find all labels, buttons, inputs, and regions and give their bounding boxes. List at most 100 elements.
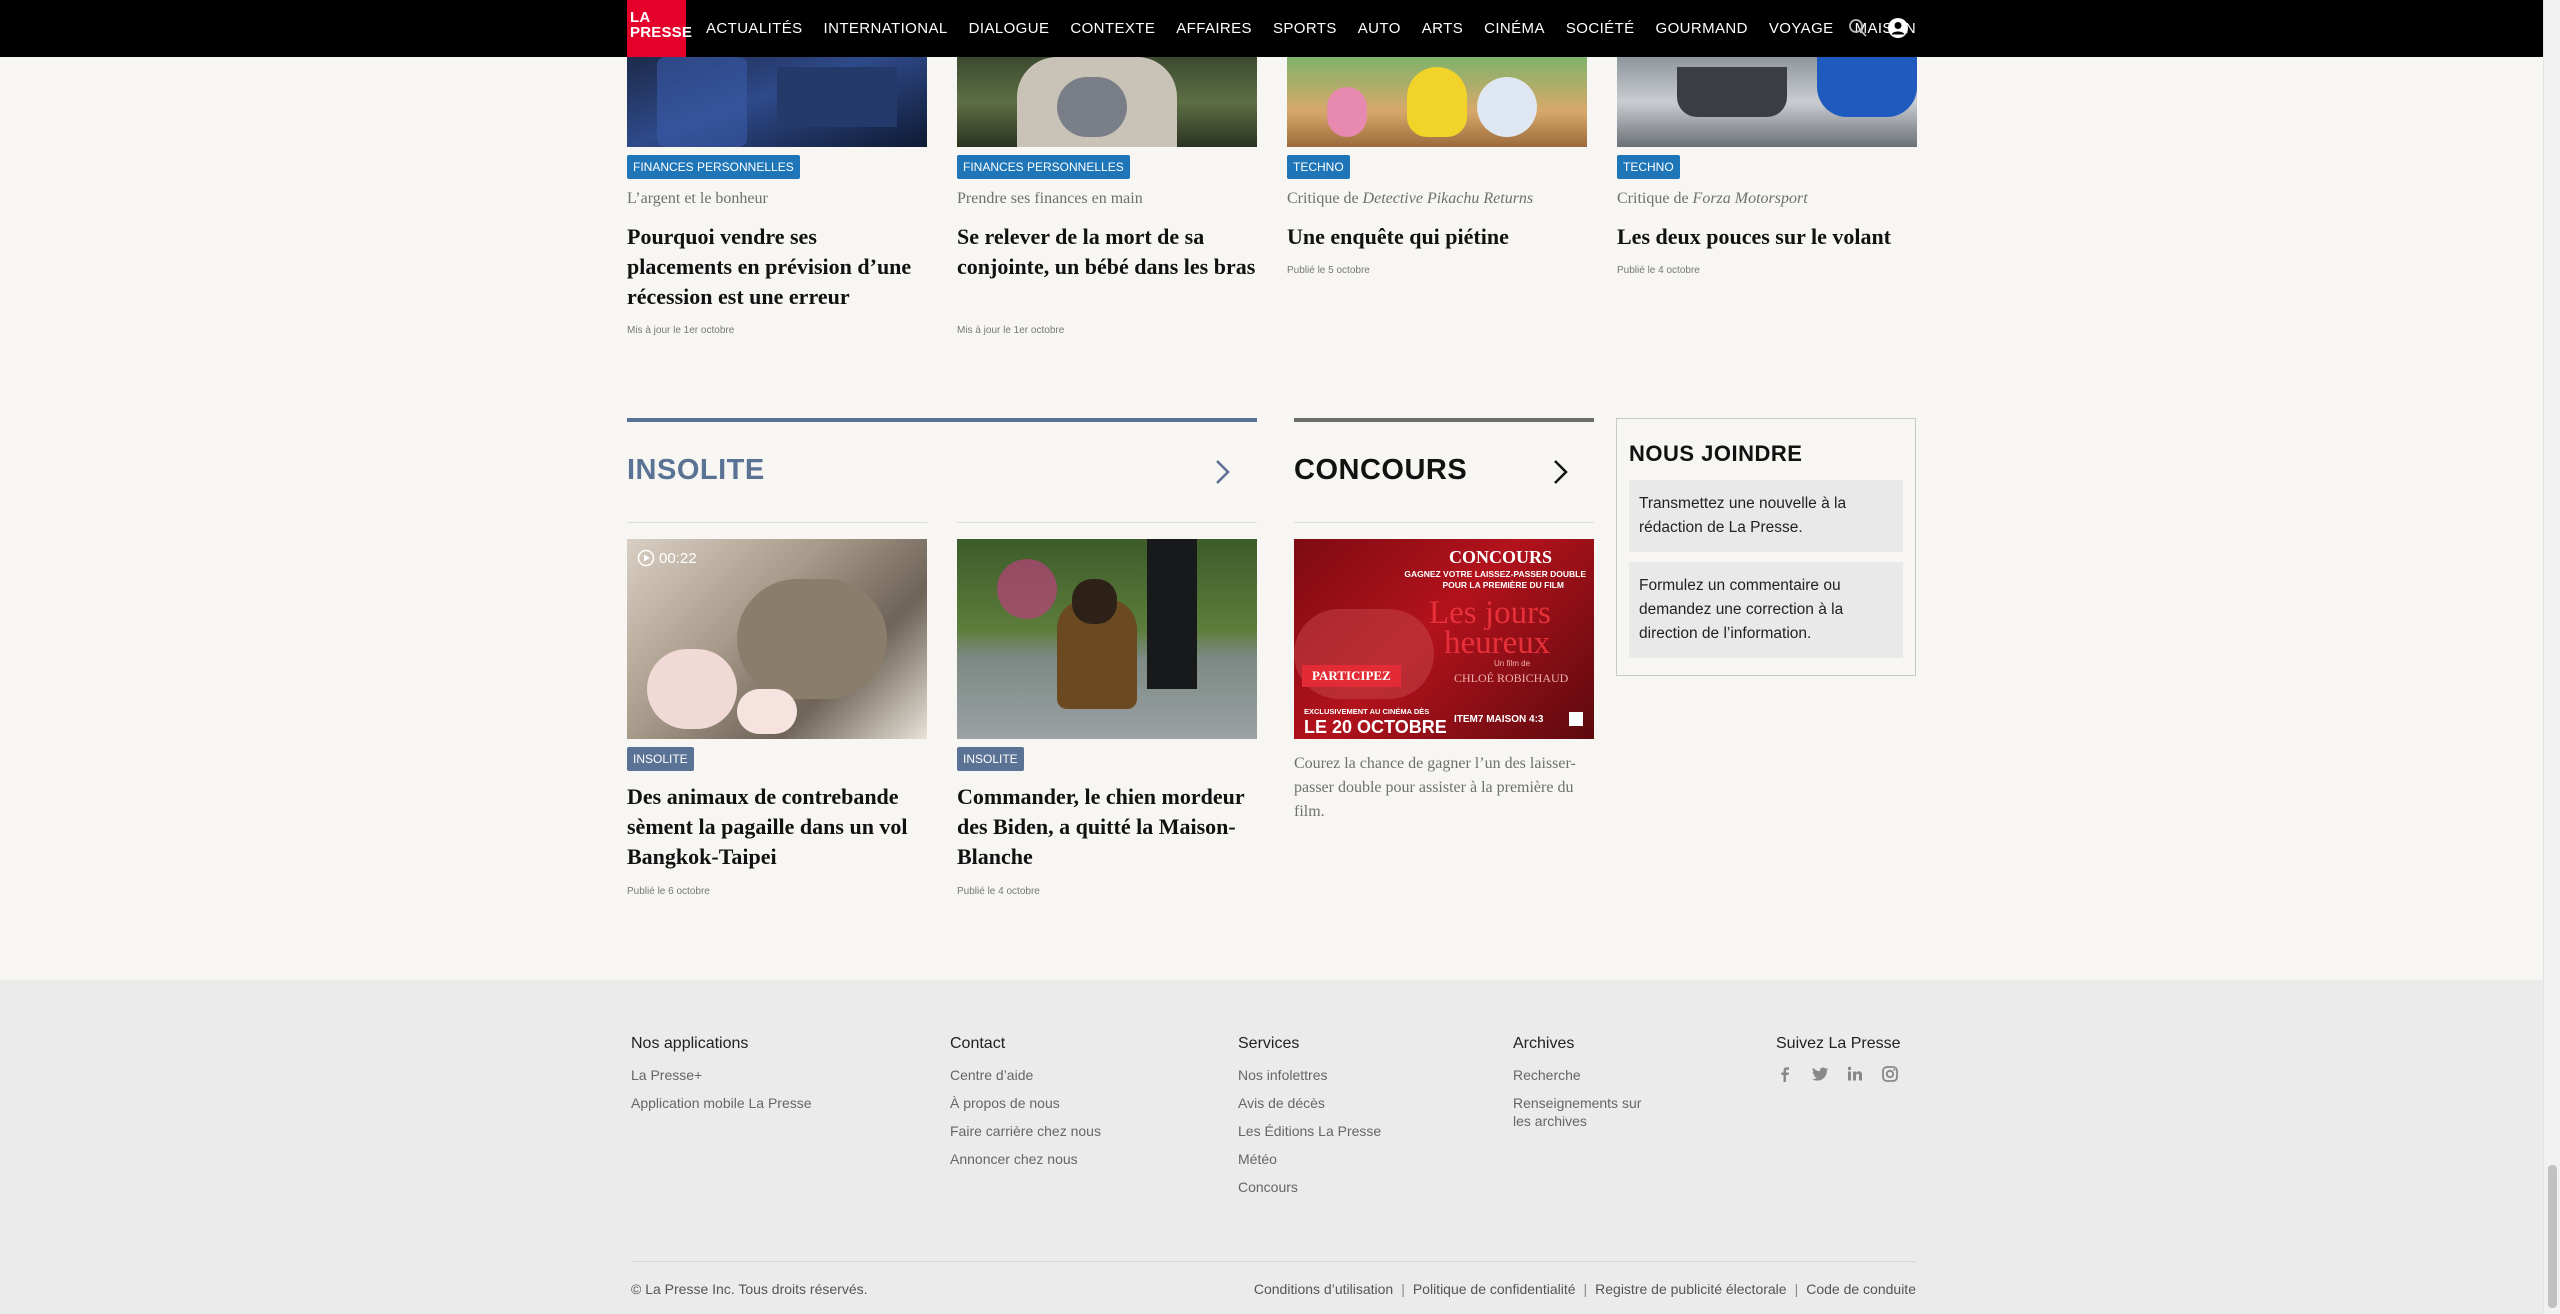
article-headline[interactable]: Une enquête qui piétine (1287, 222, 1587, 252)
footer-social-title: Suivez La Presse (1776, 1035, 1901, 1052)
logo-line-1: LA (630, 9, 651, 26)
footer-link[interactable]: Concours (1238, 1179, 1298, 1195)
divider (1294, 522, 1594, 523)
separator: | (1401, 1281, 1405, 1297)
insolite-section-rule (627, 418, 1257, 422)
category-tag[interactable]: TECHNO (1287, 155, 1350, 179)
separator: | (1794, 1281, 1799, 1297)
footer-link[interactable]: Centre d’aide (950, 1067, 1033, 1083)
insolite-chevron-right-icon[interactable] (1212, 457, 1232, 487)
nav-item-arts[interactable]: ARTS (1422, 20, 1463, 37)
article-date: Publié le 4 octobre (957, 886, 1040, 897)
banner-heading: CONCOURS (1448, 547, 1552, 567)
insolite-section-title[interactable]: INSOLITE (627, 454, 765, 487)
category-tag[interactable]: INSOLITE (627, 747, 694, 771)
nous-joindre-title: NOUS JOINDRE (1629, 441, 1803, 466)
kicker-title: Forza Motorsport (1692, 190, 1808, 207)
concours-description[interactable]: Courez la chance de gagner l’un des lais… (1294, 752, 1594, 824)
article-kicker: Prendre ses finances en main (957, 190, 1143, 207)
legal-link-code-of-conduct[interactable]: Code de conduite (1806, 1281, 1916, 1297)
nav-item-voyage[interactable]: VOYAGE (1769, 20, 1834, 37)
kicker-prefix: Critique de (1617, 190, 1693, 207)
article-headline[interactable]: Se relever de la mort de sa conjointe, u… (957, 222, 1257, 282)
article-date: Publié le 5 octobre (1287, 265, 1370, 276)
concours-section-rule (1294, 418, 1594, 422)
nav-item-international[interactable]: INTERNATIONAL (824, 20, 948, 37)
footer-link[interactable]: les archives (1513, 1113, 1587, 1129)
separator: | (1583, 1281, 1588, 1297)
nav-item-dialogue[interactable]: DIALOGUE (969, 20, 1050, 37)
article-headline[interactable]: Des animaux de contrebande sèment la pag… (627, 782, 927, 872)
participez-button[interactable]: PARTICIPEZ (1302, 665, 1401, 687)
logo-line-2: PRESSE (630, 24, 693, 41)
divider (627, 522, 927, 523)
page-scrollbar[interactable] (2543, 0, 2560, 1314)
footer-link[interactable]: Avis de décès (1238, 1095, 1325, 1111)
article-kicker: Critique de Forza Motorsport (1617, 190, 1808, 208)
banner-director: CHLOÉ ROBICHAUD (1454, 671, 1569, 685)
nav-item-cinema[interactable]: CINÉMA (1484, 20, 1545, 37)
instagram-icon[interactable] (1881, 1065, 1899, 1083)
nav-item-affaires[interactable]: AFFAIRES (1176, 20, 1252, 37)
scrollbar-thumb[interactable] (2548, 1165, 2557, 1308)
footer-archives-title: Archives (1513, 1035, 1575, 1052)
footer-services-title: Services (1238, 1035, 1300, 1052)
footer-link[interactable]: Recherche (1513, 1067, 1581, 1083)
category-tag[interactable]: TECHNO (1617, 155, 1680, 179)
facebook-icon[interactable] (1776, 1065, 1794, 1083)
nav-item-societe[interactable]: SOCIÉTÉ (1566, 20, 1635, 37)
copyright: © La Presse Inc. Tous droits réservés. (631, 1281, 868, 1297)
footer-link[interactable]: À propos de nous (950, 1095, 1060, 1111)
legal-link-privacy[interactable]: Politique de confidentialité (1413, 1281, 1576, 1297)
article-image-markets[interactable] (627, 57, 927, 147)
legal-link-electoral-registry[interactable]: Registre de publicité électorale (1595, 1281, 1786, 1297)
article-headline[interactable]: Pourquoi vendre ses placements en prévis… (627, 222, 927, 312)
la-presse-logo[interactable]: LA PRESSE (627, 0, 693, 57)
category-tag[interactable]: FINANCES PERSONNELLES (627, 155, 800, 179)
article-image-dog[interactable] (957, 539, 1257, 739)
article-date: Publié le 4 octobre (1617, 265, 1700, 276)
footer-link[interactable]: Les Éditions La Presse (1238, 1123, 1381, 1139)
article-image-sloth[interactable]: 00:22 (627, 539, 927, 739)
nav-item-auto[interactable]: AUTO (1358, 20, 1401, 37)
footer-link[interactable]: Faire carrière chez nous (950, 1123, 1101, 1139)
twitter-icon[interactable] (1811, 1065, 1829, 1083)
linkedin-icon[interactable] (1846, 1065, 1864, 1083)
footer-link[interactable]: Application mobile La Presse (631, 1095, 812, 1111)
footer-link[interactable]: Annoncer chez nous (950, 1151, 1078, 1167)
banner-sub1: GAGNEZ VOTRE LAISSEZ-PASSER DOUBLE (1404, 569, 1586, 579)
top-navigation-bar: LA PRESSE ACTUALITÉS INTERNATIONAL DIALO… (0, 0, 2543, 57)
footer-link[interactable]: Renseignements sur (1513, 1095, 1641, 1111)
article-date: Publié le 6 octobre (627, 886, 710, 897)
footer-link[interactable]: La Presse+ (631, 1067, 702, 1083)
nav-item-contexte[interactable]: CONTEXTE (1070, 20, 1155, 37)
footer-contact-title: Contact (950, 1035, 1006, 1052)
divider (957, 522, 1257, 523)
concours-section-title[interactable]: CONCOURS (1294, 454, 1467, 487)
footer-link[interactable]: Météo (1238, 1151, 1277, 1167)
article-image-race-car[interactable] (1617, 57, 1917, 147)
banner-director-small: Un film de (1494, 659, 1531, 668)
article-date: Mis à jour le 1er octobre (957, 325, 1065, 336)
article-image-father-baby[interactable] (957, 57, 1257, 147)
nav-item-actualites[interactable]: ACTUALITÉS (706, 20, 803, 37)
concours-banner[interactable]: CONCOURS GAGNEZ VOTRE LAISSEZ-PASSER DOU… (1294, 539, 1594, 739)
category-tag[interactable]: INSOLITE (957, 747, 1024, 771)
nav-item-gourmand[interactable]: GOURMAND (1656, 20, 1748, 37)
category-tag[interactable]: FINANCES PERSONNELLES (957, 155, 1130, 179)
article-kicker: L’argent et le bonheur (627, 190, 768, 207)
comment-correction-link[interactable]: Formulez un commentaire ou demandez une … (1629, 562, 1903, 658)
article-headline[interactable]: Commander, le chien mordeur des Biden, a… (957, 782, 1257, 872)
banner-date: LE 20 OCTOBRE (1304, 717, 1447, 737)
user-account-icon[interactable] (1886, 16, 1910, 40)
article-image-pikachu[interactable] (1287, 57, 1587, 147)
footer-apps-title: Nos applications (631, 1035, 749, 1052)
nav-item-sports[interactable]: SPORTS (1273, 20, 1337, 37)
banner-film-line2: heureux (1444, 625, 1551, 661)
legal-link-terms[interactable]: Conditions d’utilisation (1254, 1281, 1393, 1297)
search-icon[interactable] (1846, 16, 1870, 40)
article-headline[interactable]: Les deux pouces sur le volant (1617, 222, 1917, 252)
footer-link[interactable]: Nos infolettres (1238, 1067, 1327, 1083)
concours-chevron-right-icon[interactable] (1550, 457, 1570, 487)
submit-news-link[interactable]: Transmettez une nouvelle à la rédaction … (1629, 480, 1903, 552)
